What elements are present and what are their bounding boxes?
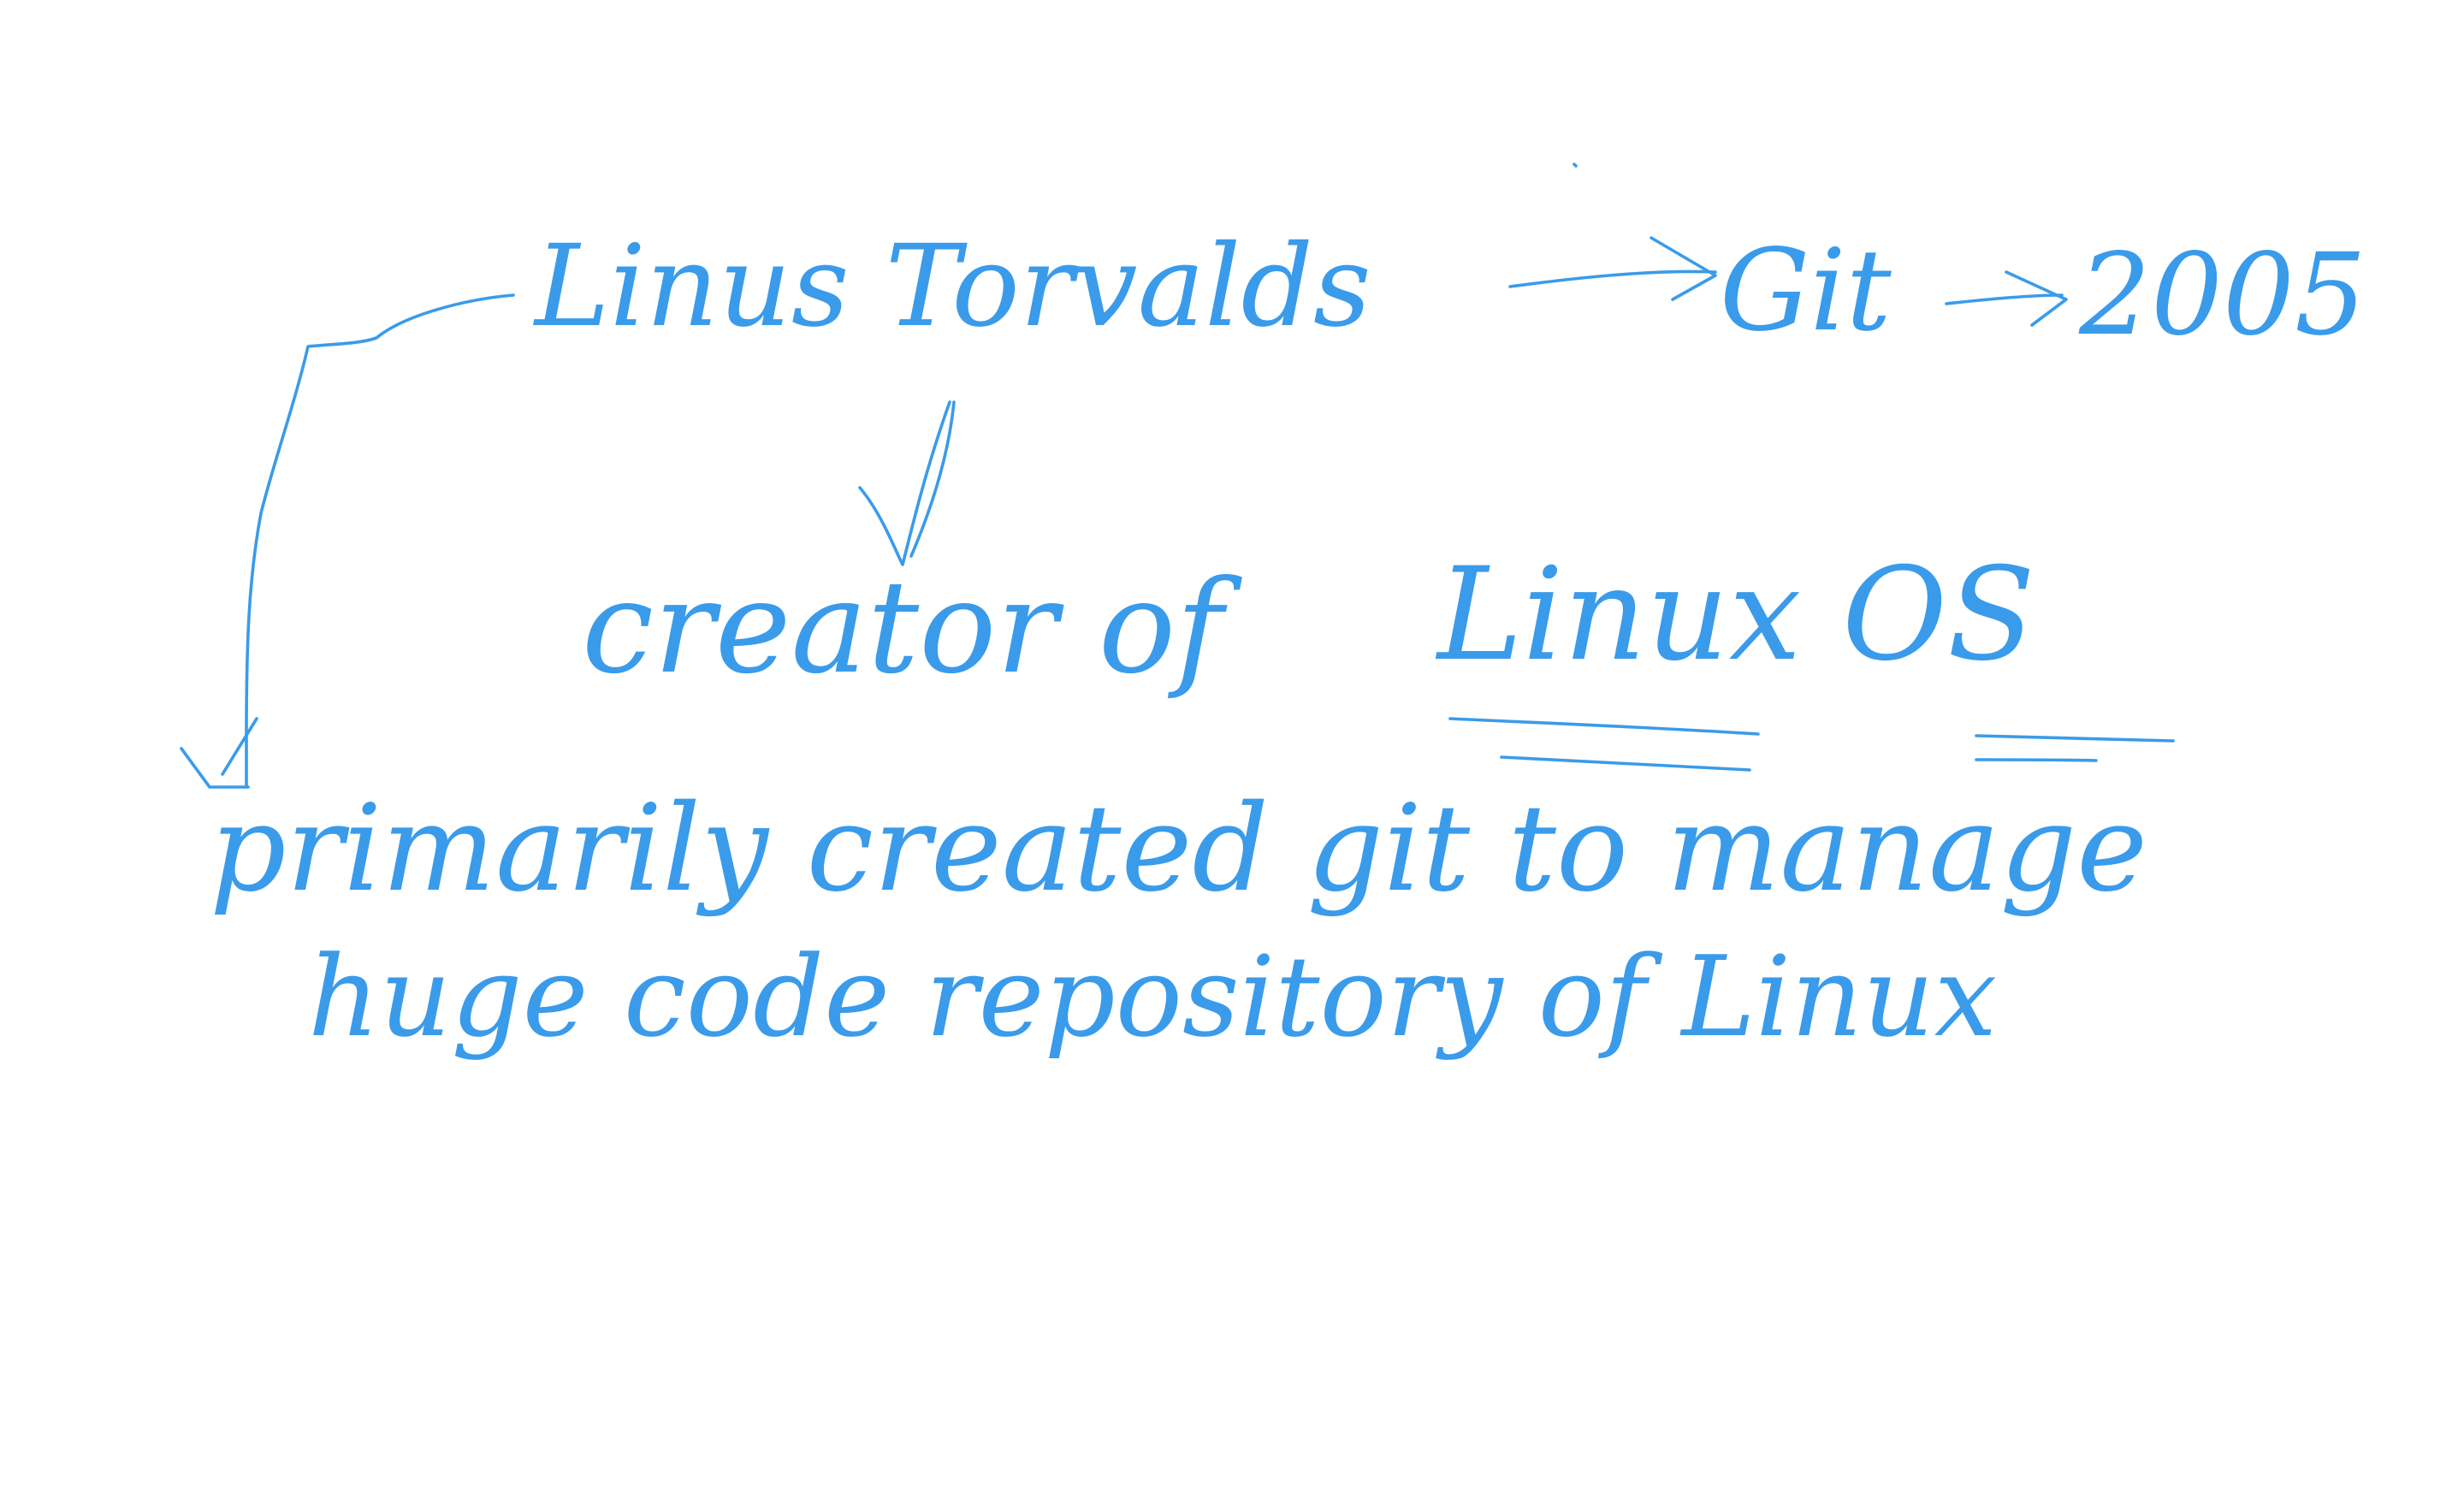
- note-year: 2005: [2078, 229, 2366, 361]
- underline: [1975, 758, 2098, 762]
- note-os: Linux OS: [1435, 541, 2035, 690]
- note-line4: huge code repository of Linux: [308, 932, 1997, 1062]
- arrow-right-icon: [1945, 293, 2064, 305]
- connector-line: [909, 400, 956, 558]
- ink-dot: [1573, 163, 1578, 168]
- note-tool: Git: [1720, 225, 1892, 357]
- note-role: creator of: [582, 554, 1242, 702]
- note-name: Linus Torvalds: [533, 221, 1371, 352]
- underline: [1500, 755, 1751, 772]
- arrowhead-icon: [1650, 236, 1717, 301]
- underline: [1448, 717, 1760, 736]
- note-line3: primarily created git to manage: [210, 779, 2147, 919]
- whiteboard-canvas[interactable]: Linus Torvalds Git 2005 creator of Linux…: [0, 0, 2464, 1492]
- connector-line: [245, 293, 515, 789]
- underline: [1975, 734, 2175, 743]
- arrow-right-icon: [1508, 269, 1717, 288]
- handwritten-notes: Linus Torvalds Git 2005 creator of Linux…: [180, 163, 2366, 1062]
